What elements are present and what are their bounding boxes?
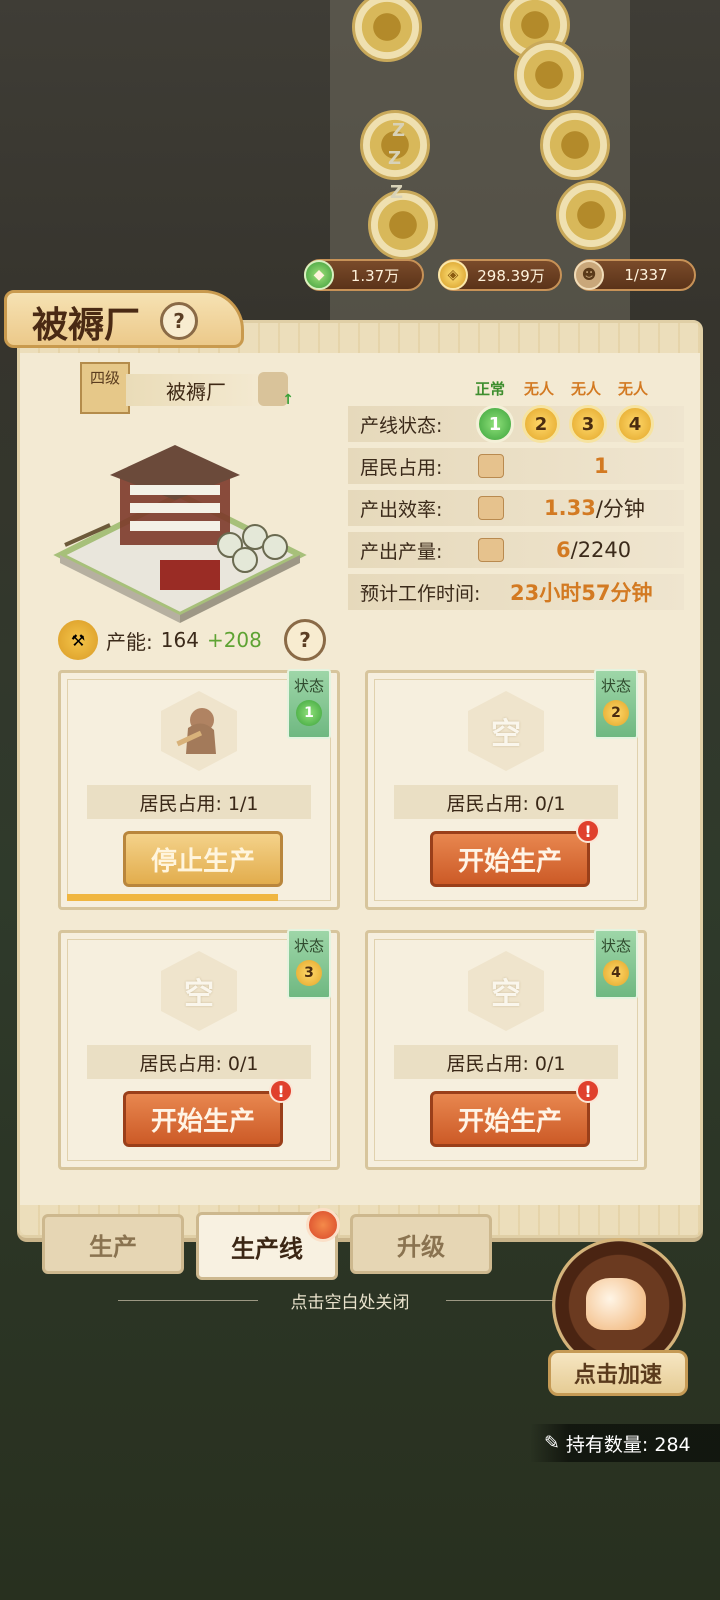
start-production-button[interactable]: 开始生产	[430, 831, 590, 887]
tab-production[interactable]: 生产	[42, 1214, 184, 1274]
state-label: 状态	[293, 937, 324, 955]
money-bag-icon: ⚒	[58, 620, 98, 660]
occupancy: 居民占用: 0/1	[394, 785, 618, 819]
capacity-label: 产能:	[106, 629, 153, 654]
resource-workers[interactable]: ☻ 1/337	[574, 259, 696, 291]
coin-count: 298.39万	[477, 266, 545, 285]
lane-3-indicator[interactable]: 3	[569, 405, 607, 443]
efficiency-unit: /分钟	[595, 497, 645, 521]
alert-icon: !	[576, 1079, 600, 1103]
output-row: 产出产量: 6 /2240	[348, 532, 684, 568]
state-tag: 状态 1	[287, 669, 331, 739]
empty-slot-text: 空	[491, 977, 521, 1012]
production-lane-card-1: 状态 1 居民占用: 1/1 停止生产	[58, 669, 340, 910]
speed-up-button[interactable]: 点击加速	[548, 1238, 688, 1408]
state-number: 2	[603, 700, 629, 726]
production-progress-bar	[67, 894, 279, 901]
hold-count-text: 持有数量: 284	[565, 1433, 691, 1456]
resident-value: 1	[594, 454, 609, 478]
worker-icon: ☻	[574, 260, 604, 290]
occupancy: 居民占用: 1/1	[87, 785, 311, 819]
state-number: 4	[603, 960, 629, 986]
empty-slot-text: 空	[491, 717, 521, 752]
output-total: /2240	[570, 538, 632, 562]
capacity-help-button[interactable]: ?	[284, 619, 326, 661]
jade-icon: ◆	[304, 260, 334, 290]
sleep-icon: Z	[388, 148, 402, 169]
state-label: 状态	[600, 677, 631, 695]
state-label: 状态	[600, 937, 631, 955]
sleep-icon: Z	[390, 182, 404, 203]
capacity-bonus: +208	[206, 628, 262, 652]
coin-icon: ◈	[438, 260, 468, 290]
panel-title: 被褥厂	[32, 304, 141, 346]
resource-coin[interactable]: ◈ 298.39万	[438, 259, 562, 291]
capacity-value: 164	[160, 628, 199, 652]
building-name: 被褥厂	[126, 374, 266, 406]
state-number: 3	[296, 960, 322, 986]
resident-row: 居民占用: 1	[348, 448, 684, 484]
lane-1-indicator[interactable]: 1	[476, 405, 514, 443]
lane-4-indicator[interactable]: 4	[616, 405, 654, 443]
worker-count: 1/337	[624, 266, 668, 284]
work-time-row: 预计工作时间: 23小时57分钟	[348, 574, 684, 610]
factory-building-illustration	[53, 445, 307, 623]
manager-avatar[interactable]: ↑	[258, 372, 294, 408]
help-button[interactable]: ?	[160, 302, 198, 340]
worker-carrying-icon	[176, 708, 216, 754]
resource-jade[interactable]: ◆ 1.37万	[304, 259, 424, 291]
work-time-label: 预计工作时间:	[360, 582, 481, 605]
alert-icon: !	[269, 1079, 293, 1103]
lane-2-indicator[interactable]: 2	[522, 405, 560, 443]
output-label: 产出产量:	[360, 540, 443, 563]
status-header-1: 正常	[475, 380, 506, 398]
occupancy: 居民占用: 0/1	[87, 1045, 311, 1079]
efficiency-value: 1.33	[544, 496, 596, 520]
status-header-3: 无人	[571, 380, 602, 398]
quilt-icon	[478, 496, 504, 520]
coin-pile-icon	[514, 40, 584, 110]
status-header-4: 无人	[618, 380, 649, 398]
output-value: 6	[556, 538, 571, 562]
production-lane-card-4: 空 状态 4 居民占用: 0/1 开始生产 !	[365, 929, 647, 1170]
stop-production-button[interactable]: 停止生产	[123, 831, 283, 887]
state-tag: 状态 4	[594, 929, 638, 999]
tab-notification-icon	[306, 1208, 340, 1242]
state-label: 状态	[293, 677, 324, 695]
hold-count: ✎ 持有数量: 284	[530, 1424, 720, 1462]
empty-slot-text: 空	[184, 977, 214, 1012]
line-status-label: 产线状态:	[360, 414, 443, 437]
state-tag: 状态 2	[594, 669, 638, 739]
sleep-icon: Z	[392, 120, 406, 141]
cat-icon	[586, 1278, 646, 1330]
occupancy: 居民占用: 0/1	[394, 1045, 618, 1079]
efficiency-row: 产出效率: 1.33 /分钟	[348, 490, 684, 526]
coin-pile-icon	[556, 180, 626, 250]
state-tag: 状态 3	[287, 929, 331, 999]
alert-icon: !	[576, 819, 600, 843]
status-header-2: 无人	[524, 380, 555, 398]
jade-count: 1.37万	[350, 266, 400, 285]
resident-label: 居民占用:	[360, 456, 443, 479]
state-number: 1	[296, 700, 322, 726]
upgrade-arrow-icon: ↑	[282, 392, 294, 408]
speed-up-label: 点击加速	[548, 1350, 688, 1396]
production-lane-card-2: 空 状态 2 居民占用: 0/1 开始生产 !	[365, 669, 647, 910]
brush-icon: ✎	[544, 1432, 560, 1454]
level-badge: 四级	[80, 362, 130, 414]
start-production-button[interactable]: 开始生产	[123, 1091, 283, 1147]
work-time-value: 23小时57分钟	[510, 581, 653, 605]
tab-upgrade[interactable]: 升级	[350, 1214, 492, 1274]
start-production-button[interactable]: 开始生产	[430, 1091, 590, 1147]
capacity-row: ⚒ 产能: 164 +208	[58, 620, 262, 660]
worker-icon	[478, 454, 504, 478]
production-lane-card-3: 空 状态 3 居民占用: 0/1 开始生产 !	[58, 929, 340, 1170]
efficiency-label: 产出效率:	[360, 498, 443, 521]
quilt-icon	[478, 538, 504, 562]
coin-pile-icon	[540, 110, 610, 180]
